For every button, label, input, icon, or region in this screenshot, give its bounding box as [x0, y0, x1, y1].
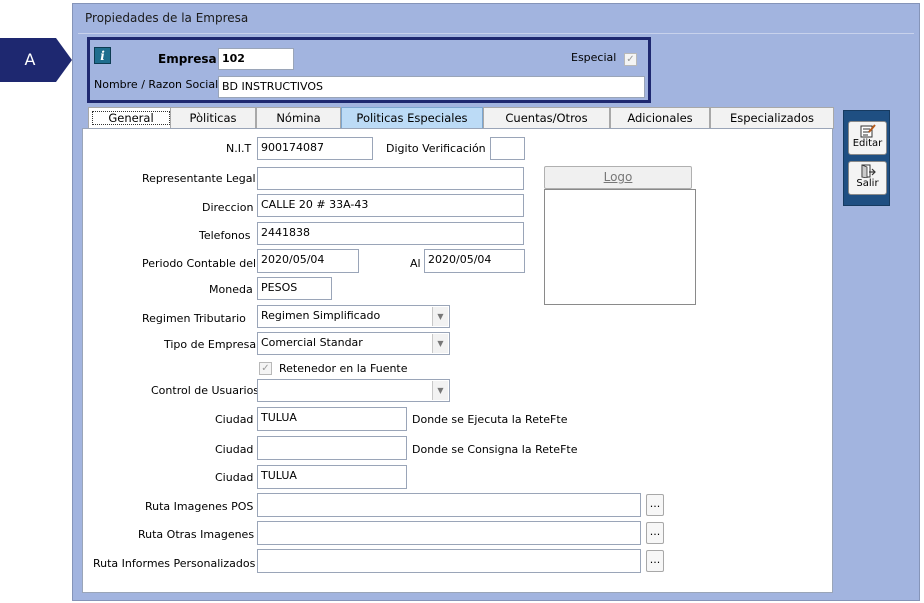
- especial-label: Especial: [571, 51, 617, 64]
- digito-verificacion-field[interactable]: [490, 137, 525, 160]
- ciudad-label: Ciudad: [215, 471, 254, 484]
- tab-cuentas-otros[interactable]: Cuentas/Otros: [483, 107, 610, 129]
- periodo-to-field[interactable]: 2020/05/04: [424, 249, 525, 273]
- moneda-label: Moneda: [209, 283, 253, 296]
- exit-door-icon: [861, 164, 876, 178]
- telefonos-field[interactable]: 2441838: [257, 222, 524, 245]
- ciudad-ejecuta-note: Donde se Ejecuta la ReteFte: [412, 413, 568, 426]
- logo-button[interactable]: Logo: [544, 166, 692, 189]
- chevron-down-icon[interactable]: ▼: [432, 307, 448, 326]
- periodo-contable-label: Periodo Contable del: [142, 257, 257, 270]
- editar-button[interactable]: Editar: [848, 121, 887, 155]
- ruta-informes-field[interactable]: [257, 549, 641, 573]
- edit-form-icon: [860, 124, 876, 138]
- tab-strip: General Pòliticas Nómina Politicas Espec…: [85, 107, 845, 130]
- regimen-tributario-value: Regimen Simplificado: [261, 309, 381, 322]
- nit-label: N.I.T: [226, 142, 252, 155]
- empresa-code-field[interactable]: 102: [218, 48, 294, 70]
- retenedor-label: Retenedor en la Fuente: [279, 362, 408, 375]
- control-usuarios-label: Control de Usuarios: [151, 384, 260, 397]
- logo-button-label: Logo: [603, 170, 633, 184]
- periodo-al-label: Al: [410, 257, 421, 270]
- razon-social-label: Nombre / Razon Social: [94, 78, 219, 91]
- retenedor-checkbox[interactable]: ✓: [259, 362, 272, 375]
- callout-a: A: [0, 38, 72, 82]
- tab-focus-rect: [92, 111, 170, 125]
- ciudad-ejecuta-label: Ciudad: [215, 413, 254, 426]
- tipo-empresa-value: Comercial Standar: [261, 336, 363, 349]
- empresa-label: Empresa: [158, 52, 217, 66]
- window-title: Propiedades de la Empresa: [85, 11, 249, 25]
- regimen-tributario-label: Regimen Tributario: [142, 312, 246, 325]
- salir-button[interactable]: Salir: [848, 161, 887, 195]
- razon-social-field[interactable]: BD INSTRUCTIVOS: [218, 76, 645, 98]
- chevron-down-icon[interactable]: ▼: [432, 334, 448, 353]
- tab-label: Politicas Especiales: [356, 111, 468, 125]
- tab-politicas-especiales[interactable]: Politicas Especiales: [341, 107, 483, 129]
- ciudad-ejecuta-field[interactable]: TULUA: [257, 407, 407, 431]
- control-usuarios-select[interactable]: ▼: [257, 379, 450, 402]
- ruta-informes-label: Ruta Informes Personalizados: [93, 557, 256, 570]
- browse-otras-button[interactable]: ...: [646, 522, 664, 544]
- ruta-imagenes-pos-label: Ruta Imagenes POS: [145, 500, 254, 513]
- tipo-empresa-label: Tipo de Empresa: [164, 338, 257, 351]
- direccion-field[interactable]: CALLE 20 # 33A-43: [257, 194, 524, 217]
- tab-label: Adicionales: [627, 111, 693, 125]
- direccion-label: Direccion: [202, 201, 254, 214]
- callout-letter: A: [24, 50, 36, 69]
- tipo-empresa-select[interactable]: Comercial Standar ▼: [257, 332, 450, 355]
- logo-image-box: [544, 189, 696, 305]
- tab-adicionales[interactable]: Adicionales: [610, 107, 710, 129]
- browse-informes-button[interactable]: ...: [646, 550, 664, 572]
- company-properties-window: Propiedades de la Empresa i Empresa 102 …: [72, 3, 920, 601]
- digito-verificacion-label: Digito Verificación :: [386, 142, 493, 155]
- representante-legal-field[interactable]: [257, 167, 524, 190]
- tab-label: Cuentas/Otros: [505, 111, 588, 125]
- tab-label: Especializados: [730, 111, 814, 125]
- editar-label: Editar: [852, 138, 883, 149]
- nit-field[interactable]: 900174087: [257, 137, 373, 160]
- tab-label: Pòliticas: [189, 111, 237, 125]
- browse-pos-button[interactable]: ...: [646, 494, 664, 516]
- moneda-field[interactable]: PESOS: [257, 277, 332, 300]
- title-divider: [78, 33, 914, 34]
- ciudad-consigna-note: Donde se Consigna la ReteFte: [412, 443, 578, 456]
- ruta-otras-imagenes-field[interactable]: [257, 521, 641, 545]
- representante-legal-label: Representante Legal: [142, 172, 256, 185]
- ruta-otras-imagenes-label: Ruta Otras Imagenes: [138, 528, 255, 541]
- tab-nomina[interactable]: Nómina: [256, 107, 341, 129]
- ciudad-consigna-field[interactable]: [257, 436, 407, 460]
- ciudad-field[interactable]: TULUA: [257, 465, 407, 489]
- tab-general[interactable]: General: [88, 107, 174, 130]
- tab-especializados[interactable]: Especializados: [710, 107, 834, 129]
- tab-label: Nómina: [276, 111, 321, 125]
- salir-label: Salir: [856, 178, 879, 189]
- chevron-down-icon[interactable]: ▼: [432, 381, 448, 400]
- regimen-tributario-select[interactable]: Regimen Simplificado ▼: [257, 305, 450, 328]
- company-header-box: i Empresa 102 Especial ✓ Nombre / Razon …: [87, 37, 651, 103]
- general-tab-panel: N.I.T 900174087 Digito Verificación : Re…: [82, 128, 833, 593]
- especial-checkbox[interactable]: ✓: [624, 53, 637, 66]
- periodo-from-field[interactable]: 2020/05/04: [257, 249, 359, 273]
- ruta-imagenes-pos-field[interactable]: [257, 493, 641, 517]
- ciudad-consigna-label: Ciudad: [215, 443, 254, 456]
- telefonos-label: Telefonos: [199, 229, 251, 242]
- side-toolbar: Editar Salir: [843, 110, 890, 206]
- tab-politicas[interactable]: Pòliticas: [170, 107, 256, 129]
- info-icon[interactable]: i: [94, 47, 111, 64]
